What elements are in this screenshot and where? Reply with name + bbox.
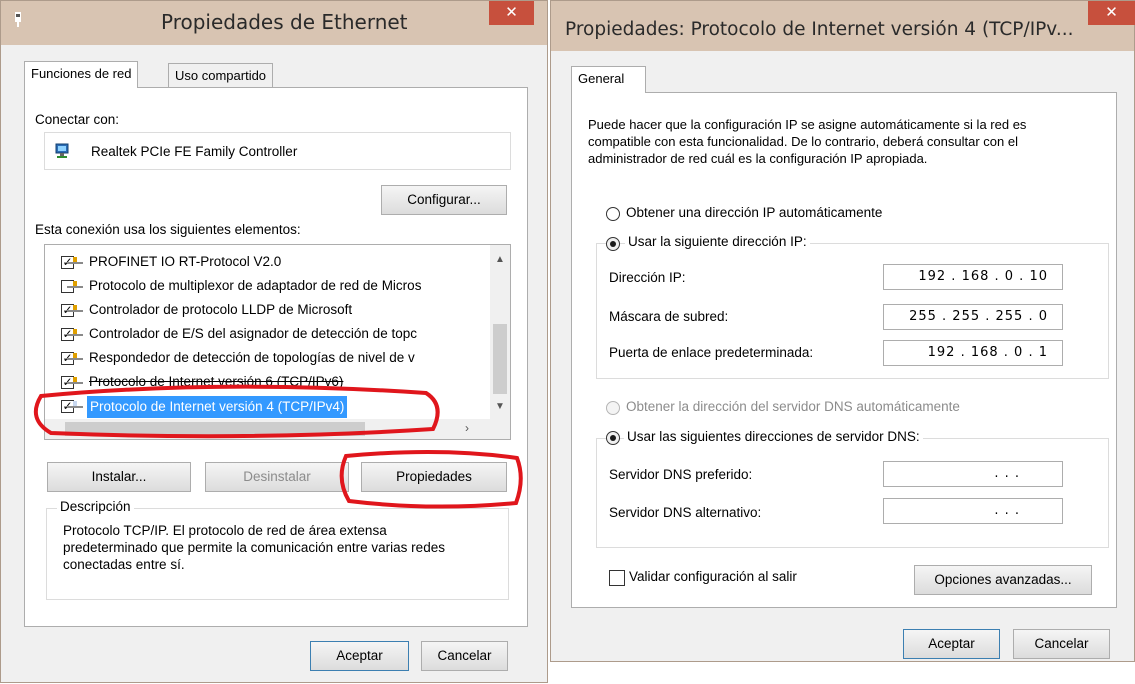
dns-preferred-field[interactable]: . . .: [883, 461, 1063, 487]
network-component-icon: [67, 257, 83, 264]
radio-manual-dns[interactable]: [606, 431, 620, 445]
validate-label[interactable]: Validar configuración al salir: [629, 569, 797, 584]
properties-button[interactable]: Propiedades: [361, 462, 507, 492]
install-button[interactable]: Instalar...: [47, 462, 191, 492]
h-scroll-thumb[interactable]: [65, 422, 365, 436]
vertical-scrollbar[interactable]: ▲ ▼: [490, 245, 510, 421]
ipv4-properties-window: Propiedades: Protocolo de Internet versi…: [550, 0, 1135, 662]
network-component-icon: [67, 377, 83, 384]
ok-button[interactable]: Aceptar: [310, 641, 409, 671]
radio-auto-ip-label[interactable]: Obtener una dirección IP automáticamente: [626, 205, 882, 220]
radio-auto-dns[interactable]: [606, 401, 620, 415]
title-bar[interactable]: Propiedades: Protocolo de Internet versi…: [551, 1, 1135, 51]
radio-auto-ip[interactable]: [606, 207, 620, 221]
title-bar[interactable]: Propiedades de Ethernet ✕: [1, 1, 547, 45]
scroll-right-icon[interactable]: ›: [465, 421, 469, 435]
radio-manual-ip[interactable]: [606, 237, 620, 251]
elements-label: Esta conexión usa los siguientes element…: [35, 222, 301, 237]
connect-label: Conectar con:: [35, 112, 120, 127]
advanced-options-button[interactable]: Opciones avanzadas...: [914, 565, 1092, 595]
tab-uso-compartido[interactable]: Uso compartido: [168, 63, 274, 88]
network-component-icon: [67, 305, 83, 312]
components-list[interactable]: ✓ PROFINET IO RT-Protocol V2.0 Protocolo…: [44, 244, 511, 440]
network-component-icon: [67, 329, 83, 336]
radio-auto-dns-label[interactable]: Obtener la dirección del servidor DNS au…: [626, 399, 960, 414]
adapter-box: Realtek PCIe FE Family Controller: [44, 132, 511, 170]
description-text: Protocolo TCP/IP. El protocolo de red de…: [63, 523, 445, 572]
list-item-label: Protocolo de Internet versión 4 (TCP/IPv…: [87, 396, 348, 418]
network-component-icon: [67, 281, 83, 288]
gateway-label: Puerta de enlace predeterminada:: [609, 345, 814, 360]
dns-alternate-field[interactable]: . . .: [883, 498, 1063, 524]
window-icon: [13, 12, 23, 28]
configure-button[interactable]: Configurar...: [381, 185, 507, 215]
list-item-label: Respondedor de detección de topologías d…: [89, 350, 415, 365]
list-item-label: Protocolo de multiplexor de adaptador de…: [89, 278, 422, 293]
intro-text: Puede hacer que la configuración IP se a…: [588, 117, 1027, 166]
subnet-mask-field[interactable]: 255 . 255 . 255 . 0: [883, 304, 1063, 330]
validate-checkbox[interactable]: [609, 570, 625, 586]
ip-address-label: Dirección IP:: [609, 270, 686, 285]
tab-funciones-de-red[interactable]: Funciones de red: [24, 61, 139, 88]
ok-button[interactable]: Aceptar: [903, 629, 1000, 659]
cancel-button[interactable]: Cancelar: [1013, 629, 1110, 659]
ethernet-properties-window: Propiedades de Ethernet ✕ Funciones de r…: [0, 0, 548, 683]
tab-general[interactable]: General: [571, 66, 646, 93]
description-title: Descripción: [57, 499, 134, 514]
subnet-mask-label: Máscara de subred:: [609, 309, 729, 324]
cancel-button[interactable]: Cancelar: [421, 641, 508, 671]
dns-preferred-label: Servidor DNS preferido:: [609, 467, 753, 482]
window-title: Propiedades: Protocolo de Internet versi…: [565, 19, 1074, 40]
ip-address-field[interactable]: 192 . 168 . 0 . 10: [883, 264, 1063, 290]
adapter-icon: [54, 143, 70, 159]
scroll-down-icon[interactable]: ▼: [495, 401, 505, 412]
horizontal-scrollbar[interactable]: ›: [45, 419, 510, 439]
adapter-name: Realtek PCIe FE Family Controller: [91, 144, 298, 159]
scroll-up-icon[interactable]: ▲: [495, 254, 505, 265]
list-item-label: PROFINET IO RT-Protocol V2.0: [89, 254, 282, 269]
network-component-icon: [67, 353, 83, 360]
uninstall-button[interactable]: Desinstalar: [205, 462, 349, 492]
network-component-icon: [67, 401, 83, 408]
dns-group: [596, 438, 1109, 548]
list-item-label: Controlador de E/S del asignador de dete…: [89, 326, 417, 341]
list-item-label: Controlador de protocolo LLDP de Microso…: [89, 302, 353, 317]
scroll-thumb[interactable]: [493, 324, 507, 394]
radio-manual-ip-label[interactable]: Usar la siguiente dirección IP:: [625, 234, 810, 249]
gateway-field[interactable]: 192 . 168 . 0 . 1: [883, 340, 1063, 366]
close-button[interactable]: ✕: [1088, 1, 1135, 25]
dns-alternate-label: Servidor DNS alternativo:: [609, 505, 762, 520]
radio-manual-dns-label[interactable]: Usar las siguientes direcciones de servi…: [624, 429, 923, 444]
window-title: Propiedades de Ethernet: [161, 10, 408, 34]
list-item-label: Protocolo de Internet versión 6 (TCP/IPv…: [89, 374, 344, 389]
close-button[interactable]: ✕: [489, 1, 534, 25]
